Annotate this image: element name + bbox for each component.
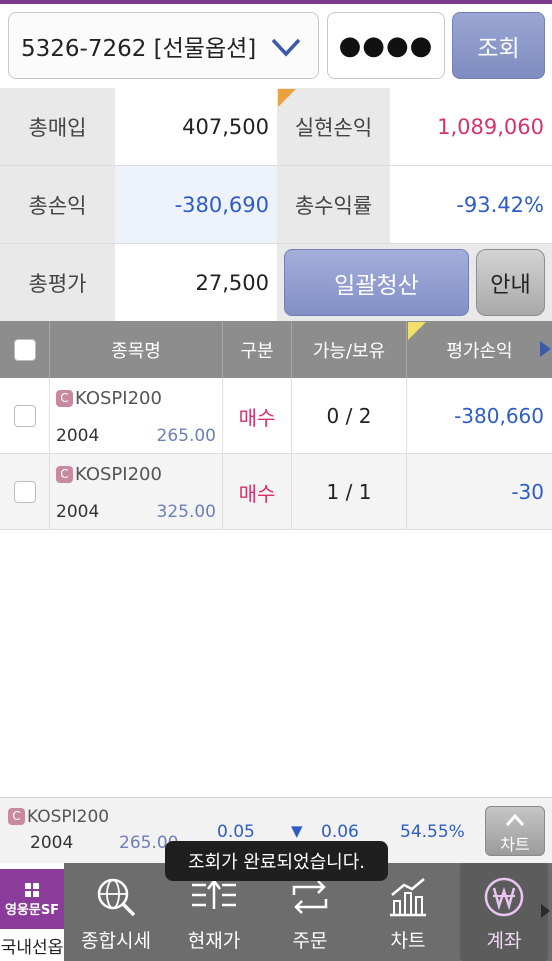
chevron-up-icon <box>505 813 525 826</box>
won-icon <box>484 877 524 917</box>
row-qty: 0 / 2 <box>292 378 407 454</box>
chart-button[interactable]: 차트 <box>485 806 545 856</box>
table-row[interactable]: C KOSPI200 2004 265.00 매수 0 / 2 -380,660 <box>0 378 552 454</box>
row-checkbox[interactable] <box>13 481 36 503</box>
account-select-value: 5326-7262 [선물옵션] <box>21 35 257 62</box>
header-side[interactable]: 구분 <box>223 321 292 378</box>
ticker-name-text: KOSPI200 <box>27 807 110 827</box>
total-pnl-value: -380,690 <box>115 166 277 243</box>
row-checkbox[interactable] <box>13 405 36 427</box>
item-name: C KOSPI200 <box>56 388 162 409</box>
row-side: 매수 <box>223 454 292 530</box>
call-badge: C <box>8 808 25 825</box>
row-select-cell <box>0 378 50 454</box>
nav-more-icon[interactable] <box>540 903 550 919</box>
info-button[interactable]: 안내 <box>476 249 545 316</box>
password-field[interactable]: ●●●● <box>327 12 445 79</box>
account-row: 5326-7262 [선물옵션] ●●●● 조회 <box>0 4 552 88</box>
item-name: C KOSPI200 <box>56 464 162 485</box>
header-name[interactable]: 종목명 <box>50 321 223 378</box>
header-qty[interactable]: 가능/보유 <box>292 321 407 378</box>
total-return-value: -93.42% <box>390 166 552 243</box>
total-purchase-value: 407,500 <box>115 88 277 165</box>
total-eval-label: 총평가 <box>0 244 115 321</box>
call-badge: C <box>56 466 73 483</box>
select-all-cell <box>0 321 50 378</box>
realized-pnl-marker <box>278 89 296 107</box>
ticker-price: 0.05 <box>217 822 255 842</box>
chart-icon <box>390 878 426 917</box>
item-code: 2004 <box>56 502 100 522</box>
realized-pnl-value: 1,089,060 <box>390 88 552 165</box>
total-purchase-label: 총매입 <box>0 88 115 165</box>
ticker-name: C KOSPI200 <box>8 807 109 827</box>
header-pnl-marker <box>408 322 426 340</box>
item-name-text: KOSPI200 <box>75 464 162 485</box>
row-pnl: -30 <box>511 480 544 504</box>
header-pnl[interactable]: 평가손익 <box>407 321 552 378</box>
nav-chart-label: 차트 <box>390 930 426 952</box>
down-arrow-icon: ▼ <box>291 822 303 840</box>
app-logo: 영웅문SF <box>0 869 64 929</box>
nav-order-label: 주문 <box>292 930 328 952</box>
swap-arrows-icon <box>292 880 328 914</box>
app-logo-text: 영웅문SF <box>4 903 60 918</box>
row-name-cell: C KOSPI200 2004 265.00 <box>50 378 223 454</box>
nav-home[interactable]: 영웅문SF 국내선옵 <box>0 863 64 961</box>
item-name-text: KOSPI200 <box>75 388 162 409</box>
bulk-liquidate-button[interactable]: 일괄청산 <box>284 249 469 316</box>
nav-home-label: 국내선옵 <box>0 938 64 958</box>
item-strike: 325.00 <box>156 502 216 522</box>
ticker-code: 2004 <box>30 833 74 853</box>
holdings-table-header: 종목명 구분 가능/보유 평가손익 <box>0 321 552 378</box>
scroll-right-icon[interactable] <box>539 341 551 357</box>
total-return-label: 총수익률 <box>277 166 390 243</box>
row-qty: 1 / 1 <box>292 454 407 530</box>
globe-search-icon <box>97 878 136 917</box>
header-pnl-label: 평가손익 <box>446 340 513 362</box>
total-eval-value: 27,500 <box>115 244 277 321</box>
total-pnl-label: 총손익 <box>0 166 115 243</box>
call-badge: C <box>56 390 73 407</box>
table-row[interactable]: C KOSPI200 2004 325.00 매수 1 / 1 -30 <box>0 454 552 530</box>
nav-market[interactable]: 종합시세 <box>64 863 168 961</box>
grid-icon <box>25 883 39 897</box>
ticker-rate: 54.55% <box>400 822 465 842</box>
row-pnl: -380,660 <box>454 404 544 428</box>
select-all-checkbox[interactable] <box>13 338 36 361</box>
price-bars-icon <box>192 878 236 909</box>
password-mask: ●●●● <box>338 30 434 61</box>
nav-price-label: 현재가 <box>187 930 241 952</box>
summary-grid: 총매입 407,500 실현손익 1,089,060 총손익 -380,690 … <box>0 88 552 321</box>
chevron-down-icon <box>271 38 301 57</box>
nav-account[interactable]: 계좌 <box>460 863 548 961</box>
toast-message: 조회가 완료되었습니다. <box>165 841 388 881</box>
item-code: 2004 <box>56 426 100 446</box>
chart-button-label: 차트 <box>500 835 530 854</box>
account-select[interactable]: 5326-7262 [선물옵션] <box>8 12 319 79</box>
row-side: 매수 <box>223 378 292 454</box>
item-strike: 265.00 <box>156 426 216 446</box>
nav-market-label: 종합시세 <box>81 930 151 952</box>
ticker-change: 0.06 <box>321 822 359 842</box>
row-name-cell: C KOSPI200 2004 325.00 <box>50 454 223 530</box>
nav-account-label: 계좌 <box>486 930 522 952</box>
row-select-cell <box>0 454 50 530</box>
query-button[interactable]: 조회 <box>452 12 545 79</box>
